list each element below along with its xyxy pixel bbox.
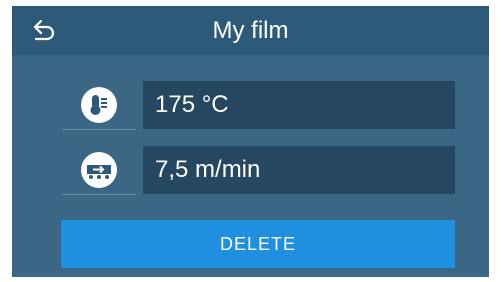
title-bar: My film	[12, 6, 489, 55]
speed-icon-cell	[62, 146, 136, 195]
conveyor-speed-icon	[81, 152, 117, 188]
speed-row: 7,5 m/min	[62, 146, 455, 196]
temperature-field[interactable]: 175 °C	[143, 81, 455, 129]
page-title: My film	[212, 17, 289, 44]
device-screen: My film 175 °C 7,5 m/min DELETE	[12, 6, 489, 277]
temperature-icon-cell	[62, 81, 136, 130]
temperature-row: 175 °C	[62, 81, 455, 131]
delete-button[interactable]: DELETE	[61, 220, 455, 268]
speed-field[interactable]: 7,5 m/min	[143, 146, 455, 194]
thermometer-icon	[81, 87, 117, 123]
